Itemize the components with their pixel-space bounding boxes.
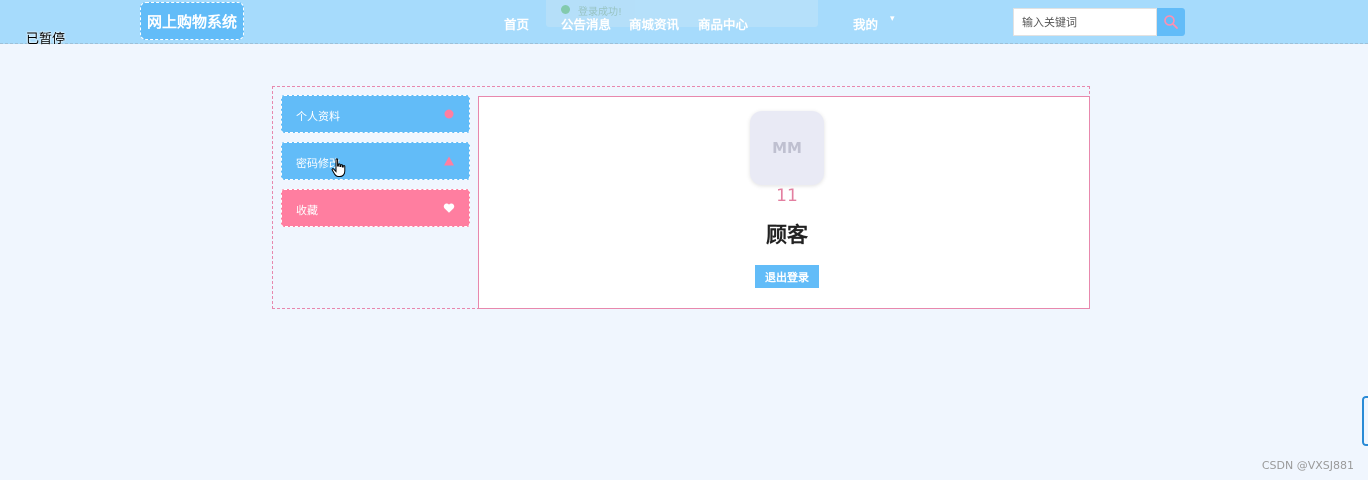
sidebar-item-profile[interactable]: 个人资料 [281,95,470,133]
nav-announcements[interactable]: 公告消息 [561,14,611,33]
chevron-down-icon: ▾ [890,14,895,24]
avatar: MM [750,111,824,185]
sidebar-item-label: 个人资料 [296,110,340,123]
logout-button[interactable]: 退出登录 [755,265,819,288]
search-input[interactable] [1013,8,1157,36]
user-role: 顾客 [766,223,808,247]
paused-overlay-label: 已暂停 [26,32,66,47]
watermark: CSDN @VXSJ881 [1261,459,1354,472]
sidebar-item-favorites[interactable]: 收藏 [281,189,470,227]
search-icon [1164,15,1178,29]
user-id: 11 [776,186,798,206]
heart-icon [443,203,455,213]
nav-home[interactable]: 首页 [504,14,529,33]
search-button[interactable] [1157,8,1185,36]
top-navbar: 网上购物系统 登录成功! 首页 公告消息 商城资讯 商品中心 我的 ▾ [0,0,1368,44]
side-scroll-widget[interactable] [1362,396,1368,446]
triangle-icon [444,156,454,166]
nav-news[interactable]: 商城资讯 [629,14,679,33]
sidebar-item-label: 收藏 [296,204,318,217]
nav-mine-dropdown[interactable]: 我的 [853,14,878,33]
hand-cursor-icon [331,158,346,177]
site-logo[interactable]: 网上购物系统 [140,2,244,40]
sidebar-item-password[interactable]: 密码修改 [281,142,470,180]
nav-products[interactable]: 商品中心 [698,14,748,33]
dot-icon [444,109,454,119]
check-circle-icon [561,5,570,14]
